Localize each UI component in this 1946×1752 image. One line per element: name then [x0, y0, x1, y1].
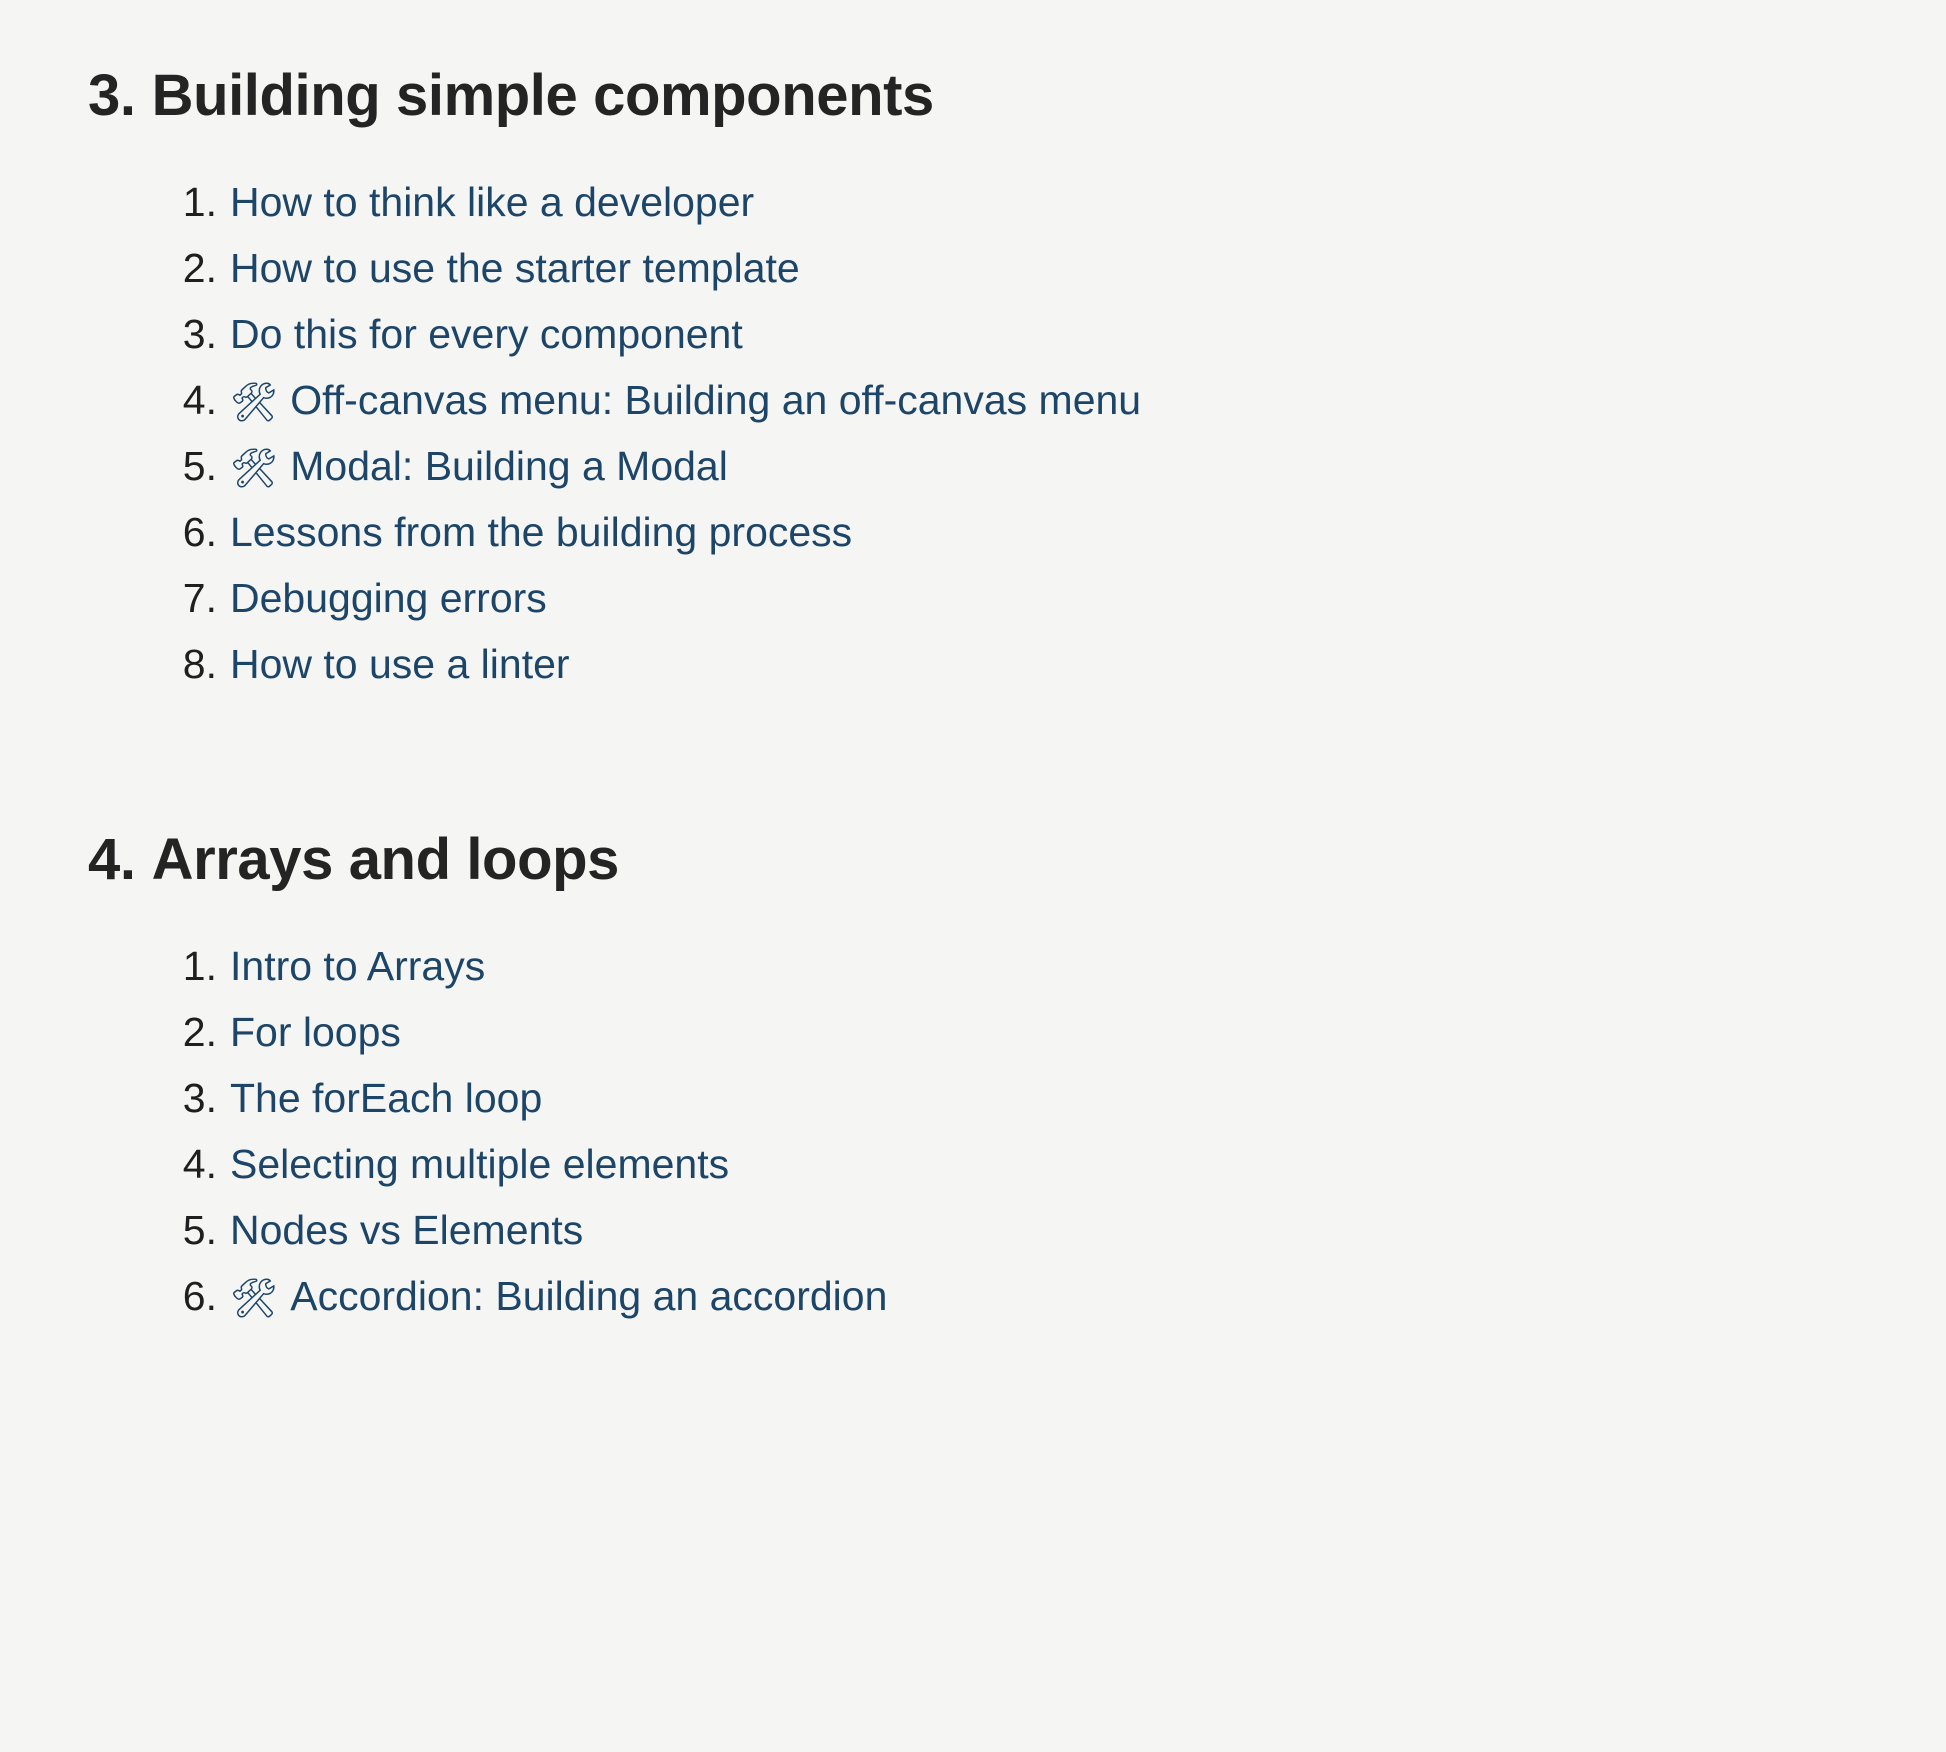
list-item-number: 5.: [182, 443, 217, 489]
list-item-number: 4.: [182, 1141, 217, 1187]
section-heading-text: Arrays and loops: [151, 827, 620, 892]
list-item-number: 4.: [182, 377, 217, 423]
list-item[interactable]: 6. 🛠 Accordion: Building an accordion: [165, 1273, 888, 1342]
section-heading-number: 3.: [88, 63, 136, 128]
hammer-and-wrench-icon: 🛠: [230, 448, 279, 490]
list-item-number: 6.: [182, 509, 217, 555]
list-item-number: 8.: [182, 641, 217, 687]
list-item-link[interactable]: Accordion: Building an accordion: [290, 1276, 887, 1317]
list-item[interactable]: 7. Debugging errors: [165, 578, 1141, 644]
list-item-number: 3.: [182, 1075, 217, 1121]
list-item-link[interactable]: Modal: Building a Modal: [290, 446, 728, 487]
list-item[interactable]: 4. Selecting multiple elements: [165, 1144, 887, 1210]
list-item[interactable]: 2. For loops: [165, 1012, 887, 1078]
list-item-link[interactable]: Do this for every component: [230, 314, 743, 355]
list-item-number: 5.: [182, 1207, 217, 1253]
list-item-number: 2.: [182, 245, 217, 291]
list-item-link[interactable]: How to think like a developer: [230, 182, 754, 223]
toc-list-arrays-and-loops: 1. Intro to Arrays 2. For loops 3. The forEac…: [165, 946, 888, 1342]
page-root: 3. Building simple components 1. How to t…: [0, 0, 1946, 1752]
list-item-number: 6.: [182, 1273, 217, 1319]
list-item[interactable]: 3. The forEach loop: [165, 1078, 887, 1144]
toc-list-building-simple-components: 1. How to think like a developer 2. How to …: [165, 182, 1141, 710]
list-item-link[interactable]: The forEach loop: [230, 1078, 542, 1119]
list-item[interactable]: 5. Nodes vs Elements: [165, 1210, 887, 1276]
list-item-link[interactable]: Lessons from the building process: [230, 512, 852, 553]
list-item-link[interactable]: How to use the starter template: [230, 248, 800, 289]
list-item[interactable]: 6. Lessons from the building process: [165, 512, 1141, 578]
list-item-link[interactable]: Nodes vs Elements: [230, 1210, 583, 1251]
section-heading-arrays-and-loops: 4. Arrays and loops: [88, 826, 619, 894]
list-item-link[interactable]: Debugging errors: [230, 578, 547, 619]
section-heading-number: 4.: [88, 827, 136, 892]
list-item-number: 7.: [182, 575, 217, 621]
section-heading-text: Building simple components: [151, 63, 935, 128]
list-item[interactable]: 5. 🛠 Modal: Building a Modal: [165, 446, 1141, 512]
list-item-number: 2.: [182, 1009, 217, 1055]
list-item[interactable]: 3. Do this for every component: [165, 314, 1141, 380]
list-item-link[interactable]: Selecting multiple elements: [230, 1144, 729, 1185]
list-item-link[interactable]: For loops: [230, 1012, 401, 1053]
list-item-link[interactable]: Intro to Arrays: [230, 946, 485, 987]
list-item-link[interactable]: Off-canvas menu: Building an off-canvas …: [290, 380, 1141, 421]
list-item[interactable]: 4. 🛠 Off-canvas menu: Building an off-canv…: [165, 380, 1141, 446]
list-item-link[interactable]: How to use a linter: [230, 644, 570, 685]
list-item-number: 1.: [182, 943, 217, 989]
list-item[interactable]: 8. How to use a linter: [165, 644, 1141, 710]
list-item[interactable]: 1. Intro to Arrays: [165, 946, 887, 1012]
list-item[interactable]: 1. How to think like a developer: [165, 182, 1141, 248]
list-item-number: 1.: [182, 179, 217, 225]
hammer-and-wrench-icon: 🛠: [230, 382, 279, 424]
list-item[interactable]: 2. How to use the starter template: [165, 248, 1141, 314]
hammer-and-wrench-icon: 🛠: [230, 1278, 279, 1320]
section-heading-building-simple-components: 3. Building simple components: [88, 62, 934, 130]
list-item-number: 3.: [182, 311, 217, 357]
